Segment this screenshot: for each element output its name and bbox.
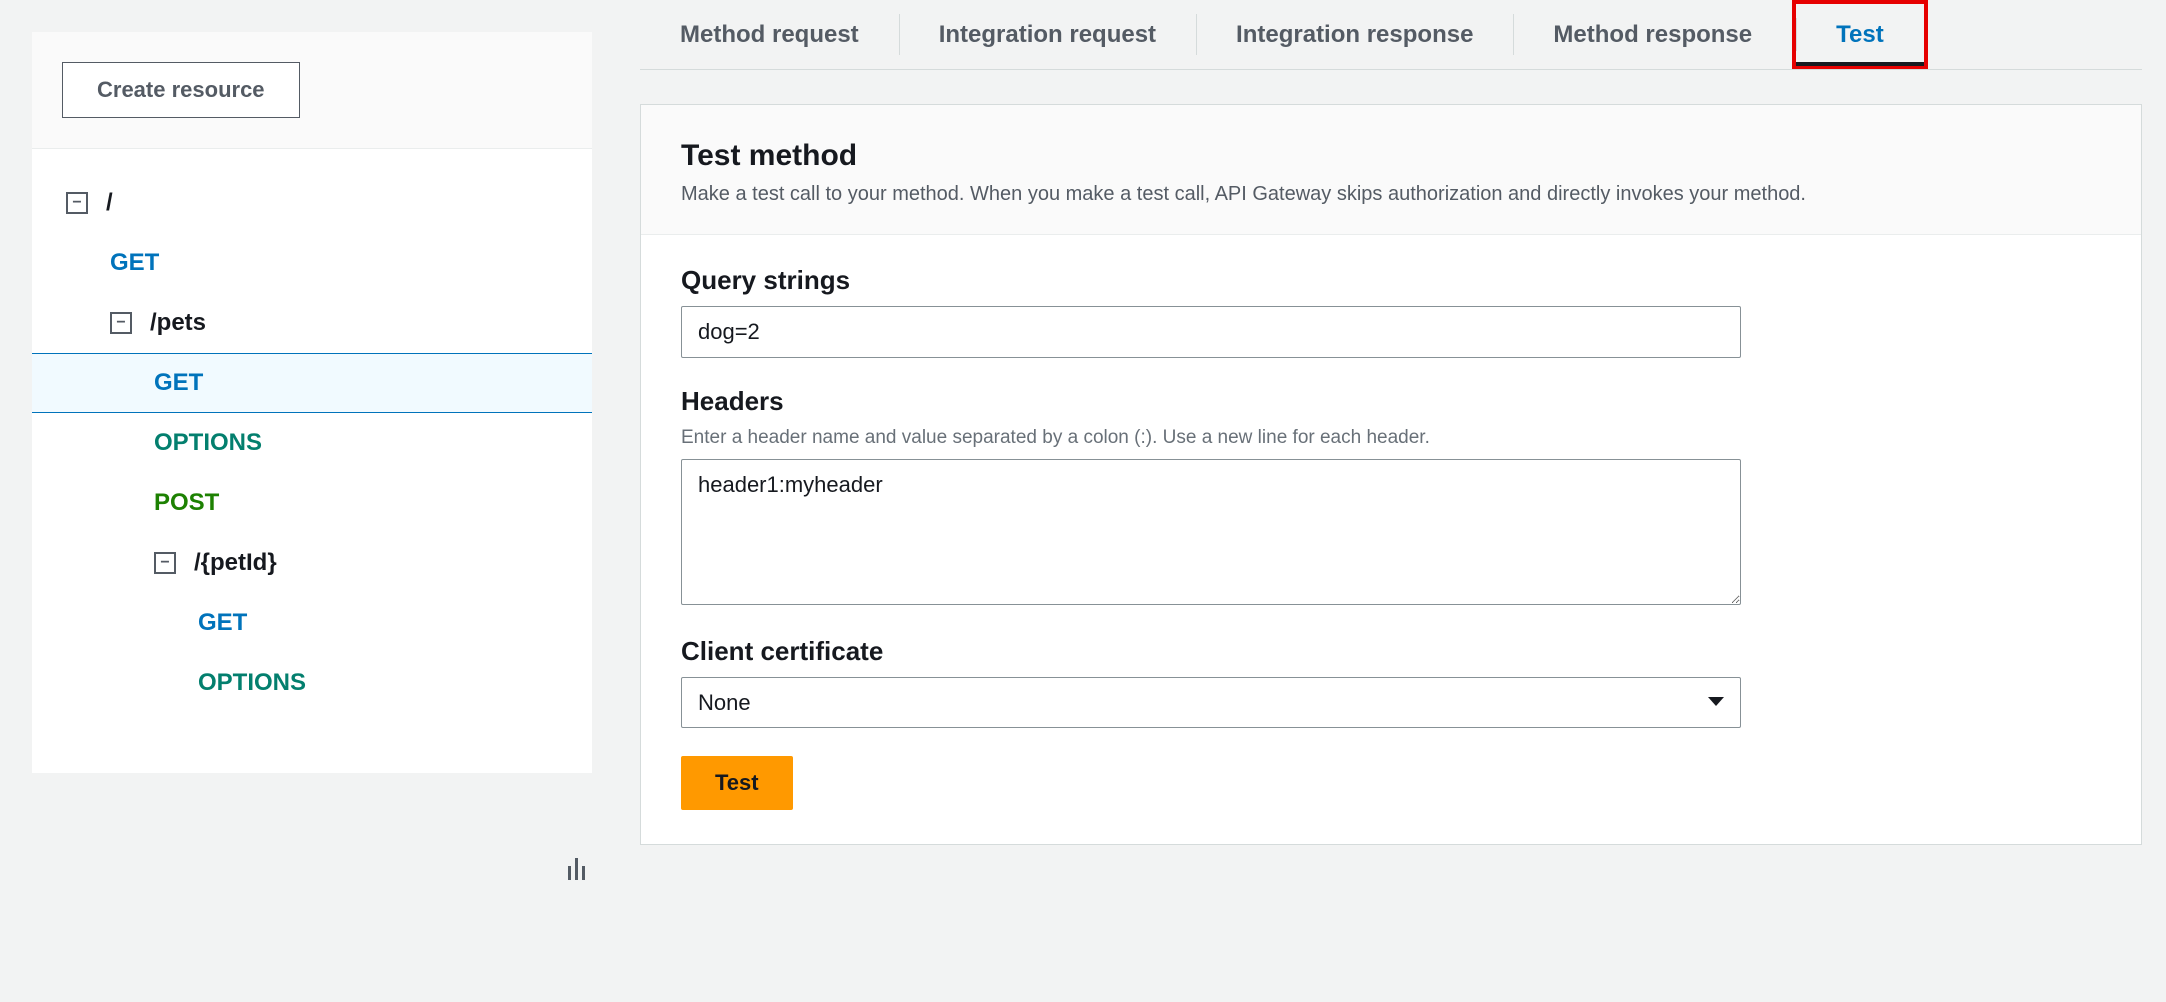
tab-method-request[interactable]: Method request [640, 0, 899, 69]
tree-node-petid-get[interactable]: GET [32, 593, 592, 653]
panel-resize-handle[interactable] [568, 850, 590, 880]
headers-field: Headers Enter a header name and value se… [681, 386, 2101, 608]
tree-label: GET [110, 249, 159, 277]
headers-label: Headers [681, 386, 2101, 417]
tab-test[interactable]: Test [1792, 0, 1928, 69]
query-strings-label: Query strings [681, 265, 2101, 296]
sidebar-header: Create resource [32, 32, 592, 149]
client-certificate-label: Client certificate [681, 636, 2101, 667]
tree-node-petid-options[interactable]: OPTIONS [32, 653, 592, 713]
query-strings-field: Query strings [681, 265, 2101, 358]
tree-label: /pets [150, 309, 206, 337]
tree-label: GET [154, 369, 203, 397]
method-tabs: Method request Integration request Integ… [640, 0, 2142, 70]
tree-node-pets-post[interactable]: POST [32, 473, 592, 533]
tree-label: OPTIONS [198, 669, 306, 697]
headers-hint: Enter a header name and value separated … [681, 427, 2101, 449]
query-strings-input[interactable] [681, 306, 1741, 358]
tree-node-petid[interactable]: − /{petId} [32, 533, 592, 593]
tree-node-pets-options[interactable]: OPTIONS [32, 413, 592, 473]
panel-description: Make a test call to your method. When yo… [681, 183, 2101, 206]
tree-node-root[interactable]: − / [32, 173, 592, 233]
headers-textarea[interactable] [681, 459, 1741, 605]
tree-node-root-get[interactable]: GET [32, 233, 592, 293]
client-certificate-field: Client certificate None [681, 636, 2101, 728]
create-resource-button[interactable]: Create resource [62, 62, 300, 118]
resource-tree: − / GET − /pets GET OPTIONS POST [32, 149, 592, 773]
tree-label: POST [154, 489, 219, 517]
minus-icon[interactable]: − [154, 552, 176, 574]
tree-label: /{petId} [194, 549, 277, 577]
panel-title: Test method [681, 139, 2101, 173]
resources-sidebar: Create resource − / GET − /pets GET [0, 0, 600, 1002]
minus-icon[interactable]: − [66, 192, 88, 214]
minus-icon[interactable]: − [110, 312, 132, 334]
tree-label: OPTIONS [154, 429, 262, 457]
tree-label: GET [198, 609, 247, 637]
tree-node-pets[interactable]: − /pets [32, 293, 592, 353]
tab-method-response[interactable]: Method response [1513, 0, 1792, 69]
test-button[interactable]: Test [681, 756, 793, 810]
tab-integration-request[interactable]: Integration request [899, 0, 1196, 69]
tab-integration-response[interactable]: Integration response [1196, 0, 1513, 69]
tree-node-pets-get[interactable]: GET [32, 353, 592, 413]
tree-label: / [106, 189, 113, 217]
test-method-panel: Test method Make a test call to your met… [640, 104, 2142, 845]
client-certificate-select[interactable]: None [681, 677, 1741, 728]
main-content: Method request Integration request Integ… [600, 0, 2166, 1002]
